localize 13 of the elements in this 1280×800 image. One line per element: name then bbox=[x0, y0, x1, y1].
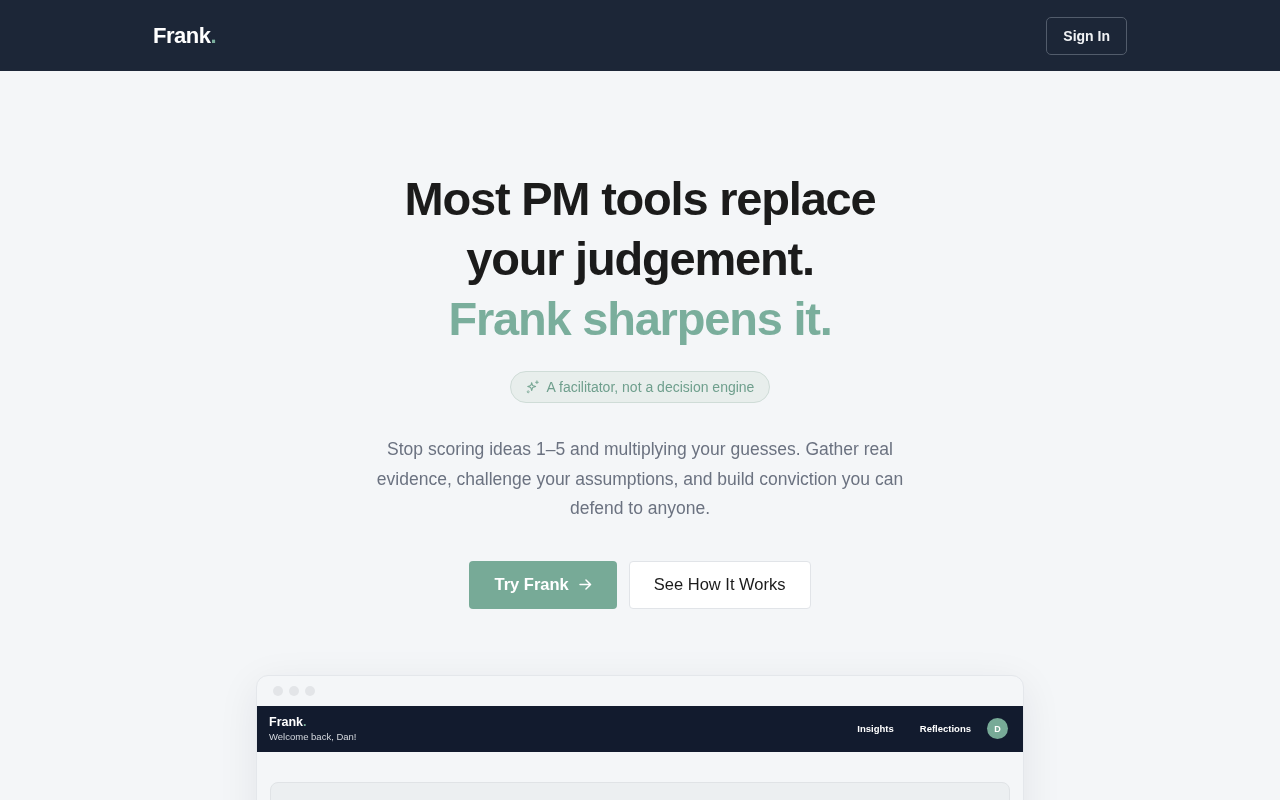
app-logo: Frank. bbox=[269, 715, 308, 729]
headline-accent: Frank sharpens it. bbox=[448, 291, 832, 347]
headline: Most PM tools replace your judgement. bbox=[403, 171, 877, 287]
logo[interactable]: Frank. bbox=[153, 22, 217, 49]
tagline-text: A facilitator, not a decision engine bbox=[546, 379, 755, 395]
app-nav-link[interactable]: Reflections bbox=[919, 723, 971, 734]
hero-description: Stop scoring ideas 1–5 and multiplying your guesses. Gather real evidence, challenge your assumptions, and build conviction you can defend to anyone. bbox=[375, 438, 905, 520]
welcome-text: Welcome back, Dan! bbox=[269, 731, 357, 742]
see-how-it-works-button[interactable]: See How It Works bbox=[628, 560, 811, 609]
sign-in-button[interactable]: Sign In bbox=[1046, 16, 1127, 55]
app-nav-link[interactable]: Insights bbox=[857, 723, 894, 734]
sparkles-icon bbox=[525, 380, 540, 394]
arrow-right-icon bbox=[578, 579, 592, 590]
